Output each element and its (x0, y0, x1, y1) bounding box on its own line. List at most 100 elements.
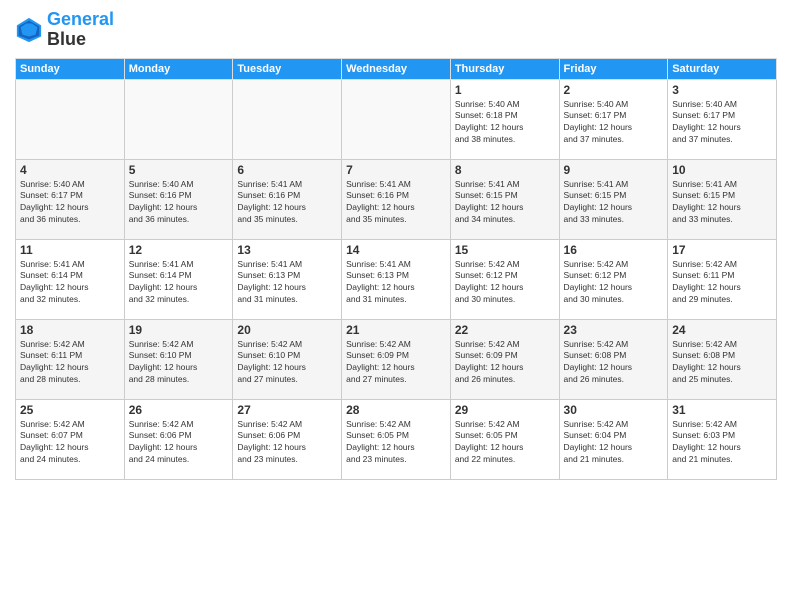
day-info: Sunrise: 5:42 AMSunset: 6:04 PMDaylight:… (564, 419, 664, 467)
day-info: Sunrise: 5:41 AMSunset: 6:15 PMDaylight:… (672, 179, 772, 227)
day-info: Sunrise: 5:41 AMSunset: 6:13 PMDaylight:… (237, 259, 337, 307)
day-number: 8 (455, 163, 555, 177)
day-number: 20 (237, 323, 337, 337)
day-info: Sunrise: 5:42 AMSunset: 6:03 PMDaylight:… (672, 419, 772, 467)
day-number: 22 (455, 323, 555, 337)
calendar-cell: 29Sunrise: 5:42 AMSunset: 6:05 PMDayligh… (450, 399, 559, 479)
day-info: Sunrise: 5:41 AMSunset: 6:13 PMDaylight:… (346, 259, 446, 307)
day-info: Sunrise: 5:42 AMSunset: 6:09 PMDaylight:… (346, 339, 446, 387)
weekday-header-saturday: Saturday (668, 58, 777, 79)
day-number: 28 (346, 403, 446, 417)
day-info: Sunrise: 5:42 AMSunset: 6:05 PMDaylight:… (346, 419, 446, 467)
day-number: 16 (564, 243, 664, 257)
day-number: 15 (455, 243, 555, 257)
calendar-cell: 11 Sunrise: 5:41 AMSunset: 6:14 PMDayligh… (16, 239, 125, 319)
day-info: Sunrise: 5:41 AMSunset: 6:16 PMDaylight:… (346, 179, 446, 227)
day-number: 23 (564, 323, 664, 337)
day-info: Sunrise: 5:42 AMSunset: 6:12 PMDaylight:… (455, 259, 555, 307)
day-number: 26 (129, 403, 229, 417)
calendar-cell: 19 Sunrise: 5:42 AMSunset: 6:10 PMDayligh… (124, 319, 233, 399)
day-info: Sunrise: 5:42 AMSunset: 6:11 PMDaylight:… (672, 259, 772, 307)
weekday-header-row: SundayMondayTuesdayWednesdayThursdayFrid… (16, 58, 777, 79)
calendar-cell: 18 Sunrise: 5:42 AMSunset: 6:11 PMDayligh… (16, 319, 125, 399)
day-number: 4 (20, 163, 120, 177)
day-number: 6 (237, 163, 337, 177)
calendar-cell: 16 Sunrise: 5:42 AMSunset: 6:12 PMDayligh… (559, 239, 668, 319)
day-number: 12 (129, 243, 229, 257)
weekday-header-thursday: Thursday (450, 58, 559, 79)
logo: General Blue (15, 10, 114, 50)
day-info: Sunrise: 5:41 AMSunset: 6:14 PMDaylight:… (129, 259, 229, 307)
day-info: Sunrise: 5:42 AMSunset: 6:11 PMDaylight:… (20, 339, 120, 387)
day-number: 27 (237, 403, 337, 417)
day-number: 7 (346, 163, 446, 177)
calendar-cell: 31 Sunrise: 5:42 AMSunset: 6:03 PMDayligh… (668, 399, 777, 479)
calendar-cell: 12 Sunrise: 5:41 AMSunset: 6:14 PMDayligh… (124, 239, 233, 319)
day-number: 5 (129, 163, 229, 177)
day-info: Sunrise: 5:42 AMSunset: 6:08 PMDaylight:… (564, 339, 664, 387)
week-row-3: 11 Sunrise: 5:41 AMSunset: 6:14 PMDayligh… (16, 239, 777, 319)
weekday-header-wednesday: Wednesday (342, 58, 451, 79)
calendar-cell: 6 Sunrise: 5:41 AMSunset: 6:16 PMDaylight… (233, 159, 342, 239)
day-info: Sunrise: 5:42 AMSunset: 6:10 PMDaylight:… (129, 339, 229, 387)
day-info: Sunrise: 5:41 AMSunset: 6:15 PMDaylight:… (564, 179, 664, 227)
calendar-cell: 9 Sunrise: 5:41 AMSunset: 6:15 PMDaylight… (559, 159, 668, 239)
day-info: Sunrise: 5:42 AMSunset: 6:06 PMDaylight:… (237, 419, 337, 467)
calendar-cell (342, 79, 451, 159)
day-number: 30 (564, 403, 664, 417)
weekday-header-tuesday: Tuesday (233, 58, 342, 79)
day-info: Sunrise: 5:40 AMSunset: 6:18 PMDaylight:… (455, 99, 555, 147)
day-number: 2 (564, 83, 664, 97)
day-info: Sunrise: 5:41 AMSunset: 6:16 PMDaylight:… (237, 179, 337, 227)
weekday-header-friday: Friday (559, 58, 668, 79)
day-info: Sunrise: 5:42 AMSunset: 6:12 PMDaylight:… (564, 259, 664, 307)
calendar-cell: 20 Sunrise: 5:42 AMSunset: 6:10 PMDayligh… (233, 319, 342, 399)
day-number: 1 (455, 83, 555, 97)
day-info: Sunrise: 5:40 AMSunset: 6:17 PMDaylight:… (564, 99, 664, 147)
calendar-cell: 7 Sunrise: 5:41 AMSunset: 6:16 PMDaylight… (342, 159, 451, 239)
calendar-cell: 23 Sunrise: 5:42 AMSunset: 6:08 PMDayligh… (559, 319, 668, 399)
day-number: 25 (20, 403, 120, 417)
day-info: Sunrise: 5:42 AMSunset: 6:08 PMDaylight:… (672, 339, 772, 387)
calendar-cell: 26 Sunrise: 5:42 AMSunset: 6:06 PMDayligh… (124, 399, 233, 479)
week-row-1: 1 Sunrise: 5:40 AMSunset: 6:18 PMDaylight… (16, 79, 777, 159)
day-number: 13 (237, 243, 337, 257)
day-info: Sunrise: 5:42 AMSunset: 6:10 PMDaylight:… (237, 339, 337, 387)
week-row-5: 25Sunrise: 5:42 AMSunset: 6:07 PMDayligh… (16, 399, 777, 479)
day-info: Sunrise: 5:40 AMSunset: 6:17 PMDaylight:… (20, 179, 120, 227)
day-number: 18 (20, 323, 120, 337)
day-info: Sunrise: 5:42 AMSunset: 6:09 PMDaylight:… (455, 339, 555, 387)
day-number: 19 (129, 323, 229, 337)
calendar-cell: 21Sunrise: 5:42 AMSunset: 6:09 PMDayligh… (342, 319, 451, 399)
calendar-cell: 8 Sunrise: 5:41 AMSunset: 6:15 PMDaylight… (450, 159, 559, 239)
day-number: 11 (20, 243, 120, 257)
day-number: 14 (346, 243, 446, 257)
day-info: Sunrise: 5:42 AMSunset: 6:06 PMDaylight:… (129, 419, 229, 467)
day-number: 31 (672, 403, 772, 417)
calendar-cell: 4 Sunrise: 5:40 AMSunset: 6:17 PMDaylight… (16, 159, 125, 239)
calendar-cell (16, 79, 125, 159)
calendar-cell: 22 Sunrise: 5:42 AMSunset: 6:09 PMDayligh… (450, 319, 559, 399)
weekday-header-sunday: Sunday (16, 58, 125, 79)
logo-text: General Blue (47, 10, 114, 50)
day-number: 10 (672, 163, 772, 177)
header: General Blue (15, 10, 777, 50)
calendar-cell: 5Sunrise: 5:40 AMSunset: 6:16 PMDaylight… (124, 159, 233, 239)
week-row-4: 18 Sunrise: 5:42 AMSunset: 6:11 PMDayligh… (16, 319, 777, 399)
weekday-header-monday: Monday (124, 58, 233, 79)
week-row-2: 4 Sunrise: 5:40 AMSunset: 6:17 PMDaylight… (16, 159, 777, 239)
calendar-cell: 17 Sunrise: 5:42 AMSunset: 6:11 PMDayligh… (668, 239, 777, 319)
day-info: Sunrise: 5:40 AMSunset: 6:17 PMDaylight:… (672, 99, 772, 147)
calendar-cell: 3 Sunrise: 5:40 AMSunset: 6:17 PMDaylight… (668, 79, 777, 159)
day-number: 9 (564, 163, 664, 177)
day-number: 29 (455, 403, 555, 417)
day-info: Sunrise: 5:41 AMSunset: 6:14 PMDaylight:… (20, 259, 120, 307)
calendar-cell: 15 Sunrise: 5:42 AMSunset: 6:12 PMDayligh… (450, 239, 559, 319)
calendar-cell: 27 Sunrise: 5:42 AMSunset: 6:06 PMDayligh… (233, 399, 342, 479)
day-number: 17 (672, 243, 772, 257)
day-number: 3 (672, 83, 772, 97)
calendar-cell: 25Sunrise: 5:42 AMSunset: 6:07 PMDayligh… (16, 399, 125, 479)
logo-icon (15, 16, 43, 44)
day-info: Sunrise: 5:41 AMSunset: 6:15 PMDaylight:… (455, 179, 555, 227)
calendar-cell: 14 Sunrise: 5:41 AMSunset: 6:13 PMDayligh… (342, 239, 451, 319)
